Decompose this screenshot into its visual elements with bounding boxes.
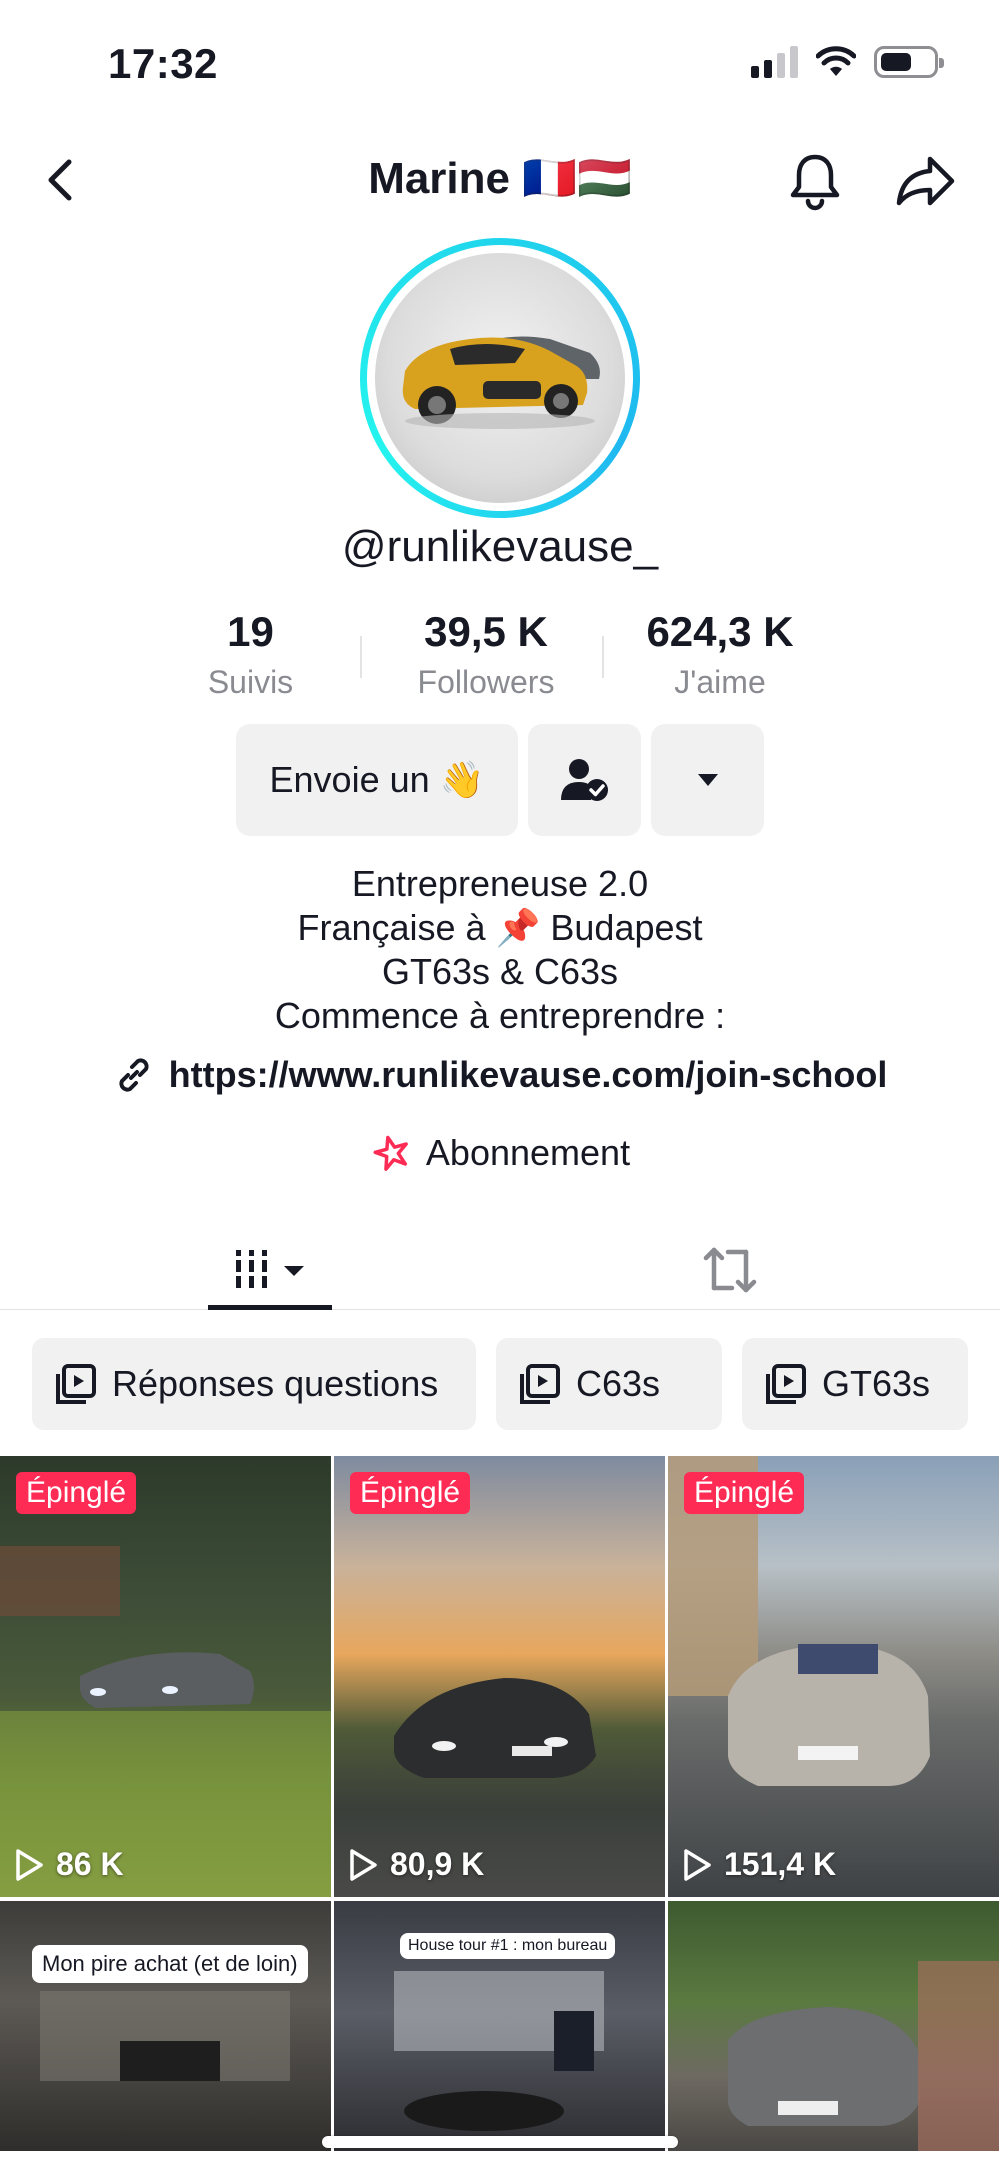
status-time: 17:32 [108,40,218,87]
stat-followers-label: Followers [417,664,555,700]
stat-following[interactable]: 19 Suivis [183,608,318,718]
link-icon [119,1058,149,1092]
share-arrow-icon [896,156,955,206]
stat-following-label: Suivis [207,664,294,700]
profile-display-name: Marine 🇫🇷🇭🇺 [368,154,632,203]
playlist-icon [56,1364,96,1404]
playlist-label: C63s [576,1363,661,1404]
bio-link[interactable]: https://www.runlikevause.com/join-school [0,1054,1000,1096]
video-thumbnail[interactable]: Mon pire achat (et de loin) [0,1901,331,2151]
stat-likes-label: J'aime [674,664,766,700]
thumbnail-image [0,1546,331,1897]
subscription-link[interactable]: Abonnement [0,1132,1000,1174]
view-count: 151,4 K [682,1846,836,1883]
bio-line: GT63s & C63s [381,951,619,992]
battery-icon [874,46,944,78]
bio-line: Française à 📌 Budapest [297,907,703,948]
view-count-text: 80,9 K [390,1846,485,1882]
thumbnail-image [40,1991,290,2081]
active-tab-indicator [208,1305,332,1310]
playlist-chip[interactable]: C63s [496,1338,722,1430]
playlist-label: Réponses questions [112,1363,439,1404]
stat-followers[interactable]: 39,5 K Followers [386,608,586,718]
bio-link-text: https://www.runlikevause.com/join-school [168,1054,888,1095]
stat-followers-count: 39,5 K [424,608,548,655]
play-outline-icon [16,1848,43,1881]
stat-following-count: 19 [227,608,274,655]
wifi-icon [816,46,856,76]
video-thumbnail[interactable]: House tour #1 : mon bureau [334,1901,665,2151]
profile-header: Marine 🇫🇷🇭🇺 [0,130,1000,230]
video-thumbnail[interactable] [668,1901,999,2151]
tab-reposts[interactable] [690,1230,770,1310]
pinned-badge: Épinglé [16,1472,137,1514]
pinned-badge: Épinglé [684,1472,805,1514]
status-bar: 17:32 [0,0,1000,130]
video-thumbnail[interactable]: Épinglé 80,9 K [334,1456,665,1897]
suggested-accounts-dropdown[interactable] [651,724,764,836]
bell-icon [790,154,840,211]
bio-line: Commence à entreprendre : [274,995,726,1036]
profile-tabs [0,1220,1000,1310]
subscription-label: Abonnement [425,1132,631,1173]
play-outline-icon [684,1848,711,1881]
subscription-star-icon [373,1135,408,1171]
avatar [375,253,625,503]
status-icons [751,46,944,78]
view-count-text: 86 K [56,1846,124,1882]
bio-line: Entrepreneuse 2.0 [351,863,649,904]
tab-videos[interactable] [208,1230,332,1310]
stat-divider [602,636,604,678]
video-thumbnail[interactable]: Épinglé 86 K [0,1456,331,1897]
cellular-signal-icon [751,46,798,78]
message-button[interactable]: Envoie un 👋 [236,724,518,836]
profile-bio: Entrepreneuse 2.0 Française à 📌 Budapest… [0,862,1000,1038]
repost-icon [703,1247,757,1293]
user-check-icon [560,759,608,801]
thumbnail-image [668,1456,930,1786]
view-count-text: 151,4 K [724,1846,837,1882]
caret-down-icon [697,774,718,786]
playlist-icon [520,1364,560,1404]
playlist-label: GT63s [822,1363,931,1404]
avatar-story-ring[interactable] [360,238,640,518]
playlist-chip[interactable]: Réponses questions [32,1338,476,1430]
share-button[interactable] [890,146,960,216]
video-caption: Mon pire achat (et de loin) [32,1945,308,1983]
view-count: 80,9 K [348,1846,484,1883]
thumbnail-image [394,1678,596,1778]
playlist-chip[interactable]: GT63s [742,1338,968,1430]
profile-username: @runlikevause_ [341,522,659,571]
stat-divider [360,636,362,678]
view-count: 86 K [14,1846,124,1883]
video-thumbnail[interactable]: Épinglé 151,4 K [668,1456,999,1897]
playlist-icon [766,1364,806,1404]
car-illustration-image [402,336,600,429]
pinned-badge: Épinglé [350,1472,471,1514]
notifications-button[interactable] [780,146,850,216]
stat-likes[interactable]: 624,3 K J'aime [620,608,820,718]
video-caption: House tour #1 : mon bureau [400,1933,616,1959]
following-status-button[interactable] [528,724,641,836]
stat-likes-count: 624,3 K [646,608,794,655]
home-indicator[interactable] [322,2136,678,2148]
video-grid-icon [236,1250,304,1288]
thumbnail-image [728,1961,999,2151]
play-outline-icon [350,1848,377,1881]
profile-stats: 19 Suivis 39,5 K Followers 624,3 K J'aim… [195,608,845,718]
